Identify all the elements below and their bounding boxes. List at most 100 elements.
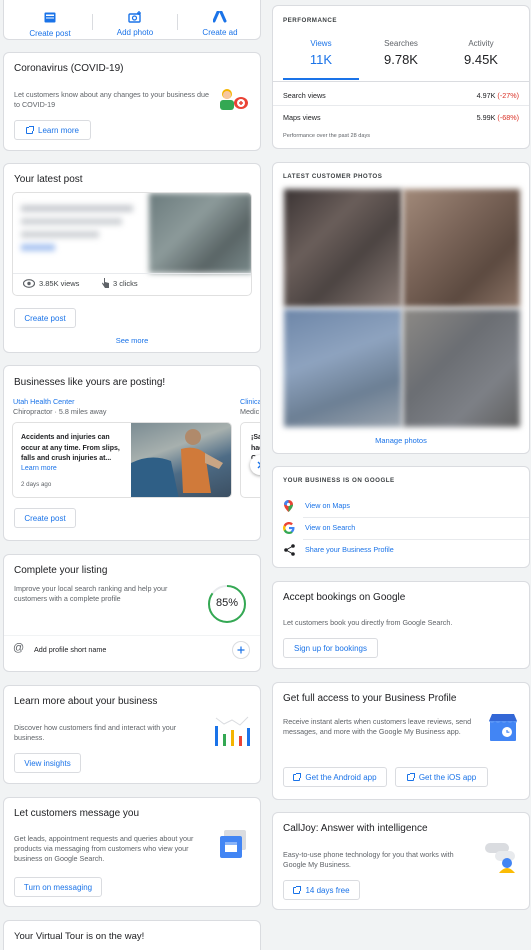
- post-icon: [44, 12, 56, 23]
- peers-create-post-label: Create post: [24, 513, 66, 523]
- latest-post-create-button[interactable]: Create post: [14, 308, 76, 328]
- google-ads-icon: [212, 10, 227, 23]
- customer-photo-3[interactable]: [284, 309, 402, 427]
- bookings-card: Accept bookings on Google Let customers …: [272, 581, 530, 669]
- calljoy-desc: Easy-to-use phone technology for you tha…: [283, 850, 454, 869]
- view-on-maps-item[interactable]: View on Maps: [273, 495, 529, 517]
- tab-searches[interactable]: Searches 9.78K: [363, 36, 439, 80]
- post-text-blurred: [21, 205, 133, 251]
- listing-percent: 85%: [215, 597, 239, 609]
- maps-views-number: 5.99K: [476, 113, 496, 122]
- view-on-search-label: View on Search: [305, 523, 356, 532]
- separator: [177, 14, 178, 30]
- listing-progress-ring: 85%: [206, 583, 248, 625]
- row-divider: [273, 105, 529, 106]
- create-post-action[interactable]: Create post: [14, 10, 86, 38]
- android-app-button[interactable]: Get the Android app: [283, 767, 387, 787]
- virtual-tour-card: Your Virtual Tour is on the way!: [3, 920, 261, 950]
- android-app-label: Get the Android app: [305, 772, 377, 782]
- messaging-card: Let customers message you Get leads, app…: [3, 797, 261, 907]
- tab-views[interactable]: Views 11K: [283, 36, 359, 80]
- peers-card: Businesses like yours are posting! Utah …: [3, 365, 261, 541]
- search-views-number: 4.97K: [476, 91, 496, 100]
- chevron-right-icon: [257, 461, 260, 469]
- post-clicks: 3 clicks: [113, 279, 138, 288]
- insights-card: Learn more about your business Discover …: [3, 685, 261, 784]
- add-photo-label: Add photo: [116, 28, 154, 37]
- maps-pin-icon: [284, 500, 293, 512]
- tab-searches-value: 9.78K: [384, 52, 418, 67]
- tabs-divider: [273, 81, 529, 82]
- customer-photo-4[interactable]: [403, 309, 520, 427]
- latest-post-card: Your latest post 3.85K views 3 clicks Cr…: [3, 163, 261, 353]
- covid-illustration-icon: [216, 87, 250, 113]
- covid-title: Coronavirus (COVID-19): [14, 63, 124, 74]
- create-post-label: Create post: [29, 29, 71, 38]
- covid-learn-more-button[interactable]: Learn more: [14, 120, 91, 140]
- at-icon: @: [13, 642, 25, 654]
- plus-icon: [237, 646, 245, 654]
- turn-on-messaging-button[interactable]: Turn on messaging: [14, 877, 102, 897]
- full-access-desc: Receive instant alerts when customers le…: [283, 717, 472, 736]
- create-ad-label: Create ad: [202, 28, 238, 37]
- post-preview[interactable]: 3.85K views 3 clicks: [12, 192, 252, 296]
- external-link-icon: [26, 125, 35, 134]
- post-stats-divider: [13, 273, 251, 274]
- insights-title: Learn more about your business: [14, 696, 158, 707]
- add-photo-action[interactable]: Add photo: [98, 10, 172, 37]
- messaging-title: Let customers message you: [14, 808, 140, 819]
- peer-name-2[interactable]: Clinica: [240, 397, 260, 406]
- customer-photo-2[interactable]: [403, 189, 520, 307]
- sign-up-bookings-button[interactable]: Sign up for bookings: [283, 638, 378, 658]
- add-photo-icon: [128, 11, 141, 23]
- turn-on-messaging-label: Turn on messaging: [23, 882, 93, 892]
- ios-app-button[interactable]: Get the iOS app: [395, 767, 488, 787]
- search-views-value: 4.97K (-27%): [477, 91, 519, 100]
- full-access-title: Get full access to your Business Profile: [283, 693, 457, 704]
- share-profile-item[interactable]: Share your Business Profile: [273, 539, 529, 561]
- external-link-icon: [293, 885, 302, 894]
- covid-desc: Let customers know about any changes to …: [14, 90, 209, 109]
- photos-card: LATEST CUSTOMER PHOTOS Manage photos: [272, 162, 530, 454]
- on-google-card: YOUR BUSINESS IS ON GOOGLE View on Maps …: [272, 466, 530, 568]
- manage-photos-link[interactable]: Manage photos: [273, 436, 529, 445]
- add-task-button[interactable]: [232, 641, 250, 659]
- customer-photo-1[interactable]: [284, 189, 402, 307]
- listing-card: Complete your listing Improve your local…: [3, 554, 261, 672]
- performance-footnote: Performance over the past 28 days: [283, 133, 371, 139]
- virtual-tour-title: Your Virtual Tour is on the way!: [14, 931, 145, 942]
- listing-task-label: Add profile short name: [34, 645, 107, 654]
- gmb-app-icon: [487, 713, 519, 748]
- peers-create-post-button[interactable]: Create post: [14, 508, 76, 528]
- view-on-search-item[interactable]: View on Search: [273, 517, 529, 539]
- search-views-change: (-27%): [497, 91, 519, 100]
- pointer-icon: [102, 278, 109, 288]
- calljoy-trial-button[interactable]: 14 days free: [283, 880, 360, 900]
- listing-divider: [4, 635, 260, 636]
- messaging-desc: Get leads, appointment requests and quer…: [14, 834, 194, 863]
- peer-post-text: Accidents and injuries can occur at any …: [21, 434, 120, 462]
- photos-heading: LATEST CUSTOMER PHOTOS: [283, 173, 383, 180]
- peer-post-learn-more[interactable]: Learn more: [21, 465, 57, 472]
- create-ad-action[interactable]: Create ad: [182, 10, 258, 37]
- external-link-icon: [406, 772, 415, 781]
- peer-meta-2: Medic: [240, 407, 260, 416]
- insights-desc: Discover how customers find and interact…: [14, 723, 177, 742]
- view-insights-button[interactable]: View insights: [14, 753, 81, 773]
- bookings-title: Accept bookings on Google: [283, 592, 406, 603]
- bar-chart-icon: [212, 714, 254, 753]
- latest-post-create-label: Create post: [24, 313, 66, 323]
- view-on-maps-label: View on Maps: [305, 501, 351, 510]
- see-more-link[interactable]: See more: [4, 336, 260, 345]
- tab-active-indicator: [283, 78, 359, 80]
- tab-views-label: Views: [310, 39, 332, 48]
- quick-actions-card: Create post Add photo Create ad: [3, 0, 261, 40]
- calljoy-title: CallJoy: Answer with intelligence: [283, 823, 428, 834]
- tab-activity[interactable]: Activity 9.45K: [443, 36, 519, 80]
- search-views-label: Search views: [283, 91, 326, 100]
- covid-card: Coronavirus (COVID-19) Let customers kno…: [3, 52, 261, 151]
- on-google-heading: YOUR BUSINESS IS ON GOOGLE: [283, 477, 395, 484]
- peer-name[interactable]: Utah Health Center: [13, 397, 75, 406]
- view-insights-label: View insights: [24, 758, 71, 768]
- peer-post[interactable]: Accidents and injuries can occur at any …: [12, 422, 232, 498]
